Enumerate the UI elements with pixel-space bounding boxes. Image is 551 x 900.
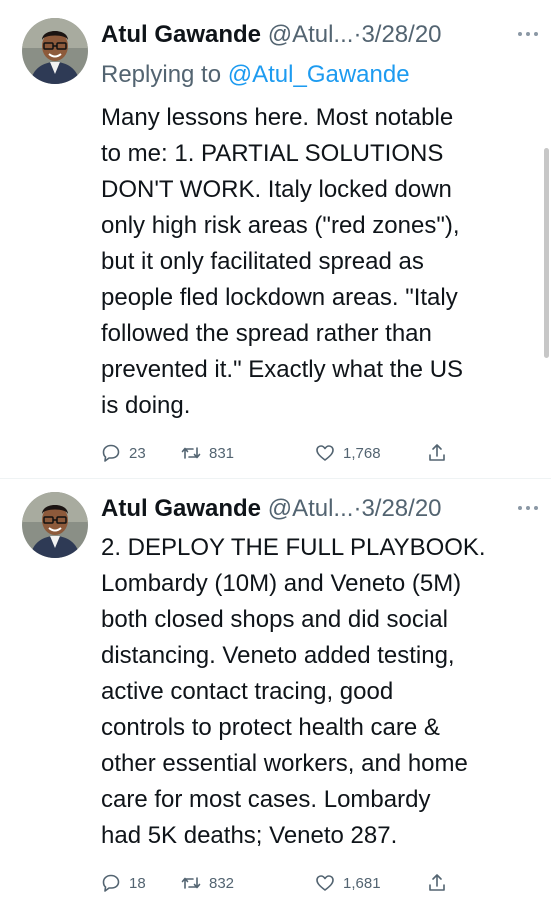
replying-to: Replying to @Atul_Gawande (101, 58, 410, 92)
replying-prefix: Replying to (101, 61, 228, 88)
avatar[interactable] (22, 18, 88, 84)
retweet-count: 831 (209, 444, 235, 462)
avatar-image (22, 18, 88, 84)
tweet-divider (0, 478, 551, 479)
tweet[interactable]: Atul Gawande @Atul...·3/28/20 2. DEPLOY … (0, 480, 551, 900)
reply-button[interactable]: 23 (101, 443, 146, 463)
tweet-text-line: Lombardy (10M) and Veneto (5M) (101, 570, 462, 597)
author-name[interactable]: Atul Gawande (101, 495, 261, 522)
retweet-button[interactable]: 831 (181, 443, 234, 463)
tweet-actions: 23 831 1,768 (101, 440, 461, 466)
tweet-date[interactable]: 3/28/20 (361, 21, 441, 48)
retweet-icon (181, 447, 201, 459)
tweet-text-line: controls to protect health care & (101, 714, 440, 741)
share-button[interactable] (427, 873, 455, 893)
tweet-text-line: other essential workers, and home (101, 750, 468, 777)
tweet-text-line: active contact tracing, good (101, 678, 394, 705)
tweet-text-line: people fled lockdown areas. "Italy (101, 284, 458, 311)
tweet-text-line: to me: 1. PARTIAL SOLUTIONS (101, 140, 444, 167)
tweet-date[interactable]: 3/28/20 (361, 495, 441, 522)
tweet-text-line: distancing. Veneto added testing, (101, 642, 455, 669)
like-button[interactable]: 1,681 (315, 873, 381, 893)
tweet-text: Many lessons here. Most notable to me: 1… (101, 100, 531, 424)
avatar-image (22, 492, 88, 558)
share-button[interactable] (427, 443, 455, 463)
tweet-text-line: 2. DEPLOY THE FULL PLAYBOOK. (101, 534, 486, 561)
tweet-text: 2. DEPLOY THE FULL PLAYBOOK. Lombardy (1… (101, 530, 531, 854)
tweet-text-line: only high risk areas ("red zones"), (101, 212, 460, 239)
share-icon (429, 874, 445, 891)
retweet-count: 832 (209, 874, 235, 892)
reply-icon (102, 444, 120, 462)
tweet-text-line: prevented it." Exactly what the US (101, 356, 464, 383)
like-count: 1,768 (343, 444, 381, 462)
reply-icon (102, 874, 120, 892)
tweet-actions: 18 832 1,681 (101, 870, 461, 896)
like-count: 1,681 (343, 874, 381, 892)
more-icon[interactable] (517, 504, 539, 512)
tweet-text-line: care for most cases. Lombardy (101, 786, 431, 813)
like-button[interactable]: 1,768 (315, 443, 381, 463)
reply-count: 23 (129, 444, 146, 462)
retweet-button[interactable]: 832 (181, 873, 234, 893)
like-icon (316, 445, 334, 461)
share-icon (429, 444, 445, 461)
tweet-text-line: followed the spread rather than (101, 320, 432, 347)
author-handle[interactable]: @Atul... (268, 495, 354, 522)
tweet[interactable]: Atul Gawande @Atul...·3/28/20 Replying t… (0, 0, 551, 480)
tweet-text-line: both closed shops and did social (101, 606, 448, 633)
tweet-header: Atul Gawande @Atul...·3/28/20 (101, 494, 538, 524)
reply-mention-link[interactable]: @Atul_Gawande (228, 61, 410, 88)
tweet-text-line: is doing. (101, 392, 191, 419)
tweet-text-line: had 5K deaths; Veneto 287. (101, 822, 398, 849)
reply-count: 18 (129, 874, 146, 892)
retweet-icon (181, 877, 201, 889)
like-icon (316, 875, 334, 891)
tweet-text-line: Many lessons here. Most notable (101, 104, 454, 131)
scrollbar[interactable] (544, 148, 549, 358)
author-handle[interactable]: @Atul... (268, 21, 354, 48)
author-name[interactable]: Atul Gawande (101, 21, 261, 48)
tweet-text-line: DON'T WORK. Italy locked down (101, 176, 452, 203)
tweet-header: Atul Gawande @Atul...·3/28/20 (101, 20, 538, 50)
more-icon[interactable] (517, 30, 539, 38)
reply-button[interactable]: 18 (101, 873, 146, 893)
avatar[interactable] (22, 492, 88, 558)
tweet-text-line: but it only facilitated spread as (101, 248, 424, 275)
